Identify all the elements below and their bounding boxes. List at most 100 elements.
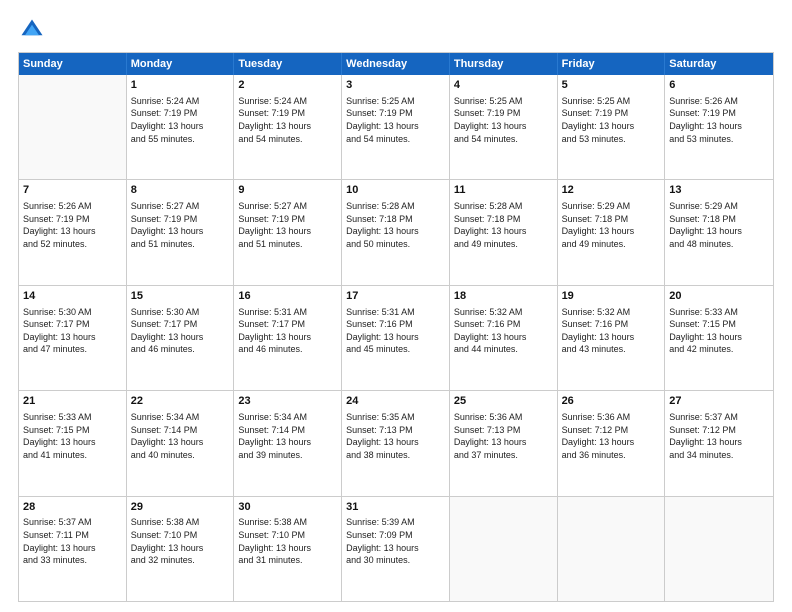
cell-info: Sunrise: 5:33 AMSunset: 7:15 PMDaylight:… (669, 306, 769, 356)
day-number: 1 (131, 78, 230, 93)
day-number: 5 (562, 78, 661, 93)
calendar-cell-r2-c0: 14 Sunrise: 5:30 AMSunset: 7:17 PMDayligh… (19, 286, 127, 390)
cell-info: Sunrise: 5:25 AMSunset: 7:19 PMDaylight:… (346, 95, 445, 145)
cell-info: Sunrise: 5:36 AMSunset: 7:12 PMDaylight:… (562, 411, 661, 461)
cell-info: Sunrise: 5:24 AMSunset: 7:19 PMDaylight:… (131, 95, 230, 145)
header-day-sunday: Sunday (19, 53, 127, 75)
calendar-cell-r1-c1: 8 Sunrise: 5:27 AMSunset: 7:19 PMDaylight… (127, 180, 235, 284)
header (18, 16, 774, 44)
cell-info: Sunrise: 5:36 AMSunset: 7:13 PMDaylight:… (454, 411, 553, 461)
calendar-cell-r1-c0: 7 Sunrise: 5:26 AMSunset: 7:19 PMDaylight… (19, 180, 127, 284)
day-number: 22 (131, 394, 230, 409)
cell-info: Sunrise: 5:38 AMSunset: 7:10 PMDaylight:… (238, 516, 337, 566)
calendar-row-2: 14 Sunrise: 5:30 AMSunset: 7:17 PMDayligh… (19, 285, 773, 390)
day-number: 17 (346, 289, 445, 304)
calendar-cell-r2-c4: 18Sunrise: 5:32 AMSunset: 7:16 PMDayligh… (450, 286, 558, 390)
calendar-cell-r3-c0: 21Sunrise: 5:33 AMSunset: 7:15 PMDayligh… (19, 391, 127, 495)
cell-info: Sunrise: 5:28 AMSunset: 7:18 PMDaylight:… (454, 200, 553, 250)
calendar-cell-r0-c4: 4 Sunrise: 5:25 AMSunset: 7:19 PMDaylight… (450, 75, 558, 179)
page: SundayMondayTuesdayWednesdayThursdayFrid… (0, 0, 792, 612)
day-number: 14 (23, 289, 122, 304)
day-number: 9 (238, 183, 337, 198)
calendar-cell-r0-c5: 5 Sunrise: 5:25 AMSunset: 7:19 PMDaylight… (558, 75, 666, 179)
cell-info: Sunrise: 5:34 AMSunset: 7:14 PMDaylight:… (238, 411, 337, 461)
calendar-cell-r4-c1: 29Sunrise: 5:38 AMSunset: 7:10 PMDayligh… (127, 497, 235, 601)
calendar-cell-r3-c4: 25 Sunrise: 5:36 AMSunset: 7:13 PMDayligh… (450, 391, 558, 495)
day-number: 23 (238, 394, 337, 409)
day-number: 12 (562, 183, 661, 198)
cell-info: Sunrise: 5:30 AMSunset: 7:17 PMDaylight:… (131, 306, 230, 356)
calendar-cell-r4-c3: 31Sunrise: 5:39 AMSunset: 7:09 PMDayligh… (342, 497, 450, 601)
calendar-cell-r4-c2: 30Sunrise: 5:38 AMSunset: 7:10 PMDayligh… (234, 497, 342, 601)
cell-info: Sunrise: 5:31 AMSunset: 7:16 PMDaylight:… (346, 306, 445, 356)
calendar-cell-r1-c3: 10 Sunrise: 5:28 AMSunset: 7:18 PMDayligh… (342, 180, 450, 284)
day-number: 16 (238, 289, 337, 304)
calendar-cell-r4-c0: 28Sunrise: 5:37 AMSunset: 7:11 PMDayligh… (19, 497, 127, 601)
day-number: 4 (454, 78, 553, 93)
calendar-cell-r2-c1: 15 Sunrise: 5:30 AMSunset: 7:17 PMDayligh… (127, 286, 235, 390)
day-number: 6 (669, 78, 769, 93)
cell-info: Sunrise: 5:26 AMSunset: 7:19 PMDaylight:… (669, 95, 769, 145)
calendar-cell-r1-c6: 13 Sunrise: 5:29 AMSunset: 7:18 PMDayligh… (665, 180, 773, 284)
calendar-cell-r4-c5 (558, 497, 666, 601)
cell-info: Sunrise: 5:26 AMSunset: 7:19 PMDaylight:… (23, 200, 122, 250)
calendar-cell-r2-c5: 19 Sunrise: 5:32 AMSunset: 7:16 PMDayligh… (558, 286, 666, 390)
day-number: 8 (131, 183, 230, 198)
cell-info: Sunrise: 5:27 AMSunset: 7:19 PMDaylight:… (131, 200, 230, 250)
day-number: 27 (669, 394, 769, 409)
calendar-row-4: 28Sunrise: 5:37 AMSunset: 7:11 PMDayligh… (19, 496, 773, 601)
day-number: 2 (238, 78, 337, 93)
calendar-cell-r3-c2: 23 Sunrise: 5:34 AMSunset: 7:14 PMDayligh… (234, 391, 342, 495)
calendar-cell-r0-c1: 1 Sunrise: 5:24 AMSunset: 7:19 PMDaylight… (127, 75, 235, 179)
calendar-row-3: 21Sunrise: 5:33 AMSunset: 7:15 PMDayligh… (19, 390, 773, 495)
cell-info: Sunrise: 5:32 AMSunset: 7:16 PMDaylight:… (562, 306, 661, 356)
calendar-header: SundayMondayTuesdayWednesdayThursdayFrid… (19, 53, 773, 75)
calendar-cell-r2-c2: 16 Sunrise: 5:31 AMSunset: 7:17 PMDayligh… (234, 286, 342, 390)
day-number: 10 (346, 183, 445, 198)
cell-info: Sunrise: 5:28 AMSunset: 7:18 PMDaylight:… (346, 200, 445, 250)
day-number: 30 (238, 500, 337, 515)
day-number: 3 (346, 78, 445, 93)
cell-info: Sunrise: 5:25 AMSunset: 7:19 PMDaylight:… (562, 95, 661, 145)
header-day-friday: Friday (558, 53, 666, 75)
day-number: 25 (454, 394, 553, 409)
day-number: 21 (23, 394, 122, 409)
day-number: 28 (23, 500, 122, 515)
calendar-cell-r1-c5: 12Sunrise: 5:29 AMSunset: 7:18 PMDayligh… (558, 180, 666, 284)
day-number: 29 (131, 500, 230, 515)
day-number: 7 (23, 183, 122, 198)
cell-info: Sunrise: 5:35 AMSunset: 7:13 PMDaylight:… (346, 411, 445, 461)
day-number: 13 (669, 183, 769, 198)
cell-info: Sunrise: 5:34 AMSunset: 7:14 PMDaylight:… (131, 411, 230, 461)
day-number: 20 (669, 289, 769, 304)
cell-info: Sunrise: 5:29 AMSunset: 7:18 PMDaylight:… (669, 200, 769, 250)
cell-info: Sunrise: 5:27 AMSunset: 7:19 PMDaylight:… (238, 200, 337, 250)
calendar-cell-r0-c2: 2 Sunrise: 5:24 AMSunset: 7:19 PMDaylight… (234, 75, 342, 179)
day-number: 11 (454, 183, 553, 198)
calendar-row-1: 7 Sunrise: 5:26 AMSunset: 7:19 PMDaylight… (19, 179, 773, 284)
day-number: 24 (346, 394, 445, 409)
header-day-saturday: Saturday (665, 53, 773, 75)
day-number: 19 (562, 289, 661, 304)
cell-info: Sunrise: 5:25 AMSunset: 7:19 PMDaylight:… (454, 95, 553, 145)
calendar-cell-r0-c6: 6 Sunrise: 5:26 AMSunset: 7:19 PMDaylight… (665, 75, 773, 179)
calendar-cell-r1-c2: 9 Sunrise: 5:27 AMSunset: 7:19 PMDaylight… (234, 180, 342, 284)
day-number: 18 (454, 289, 553, 304)
calendar-cell-r1-c4: 11 Sunrise: 5:28 AMSunset: 7:18 PMDayligh… (450, 180, 558, 284)
cell-info: Sunrise: 5:38 AMSunset: 7:10 PMDaylight:… (131, 516, 230, 566)
calendar-body: 1 Sunrise: 5:24 AMSunset: 7:19 PMDaylight… (19, 75, 773, 601)
cell-info: Sunrise: 5:39 AMSunset: 7:09 PMDaylight:… (346, 516, 445, 566)
cell-info: Sunrise: 5:24 AMSunset: 7:19 PMDaylight:… (238, 95, 337, 145)
header-day-wednesday: Wednesday (342, 53, 450, 75)
logo-icon (18, 16, 46, 44)
day-number: 31 (346, 500, 445, 515)
calendar: SundayMondayTuesdayWednesdayThursdayFrid… (18, 52, 774, 602)
calendar-cell-r4-c4 (450, 497, 558, 601)
calendar-cell-r2-c3: 17 Sunrise: 5:31 AMSunset: 7:16 PMDayligh… (342, 286, 450, 390)
cell-info: Sunrise: 5:30 AMSunset: 7:17 PMDaylight:… (23, 306, 122, 356)
cell-info: Sunrise: 5:31 AMSunset: 7:17 PMDaylight:… (238, 306, 337, 356)
day-number: 26 (562, 394, 661, 409)
calendar-cell-r3-c1: 22 Sunrise: 5:34 AMSunset: 7:14 PMDayligh… (127, 391, 235, 495)
day-number: 15 (131, 289, 230, 304)
calendar-cell-r0-c3: 3 Sunrise: 5:25 AMSunset: 7:19 PMDaylight… (342, 75, 450, 179)
